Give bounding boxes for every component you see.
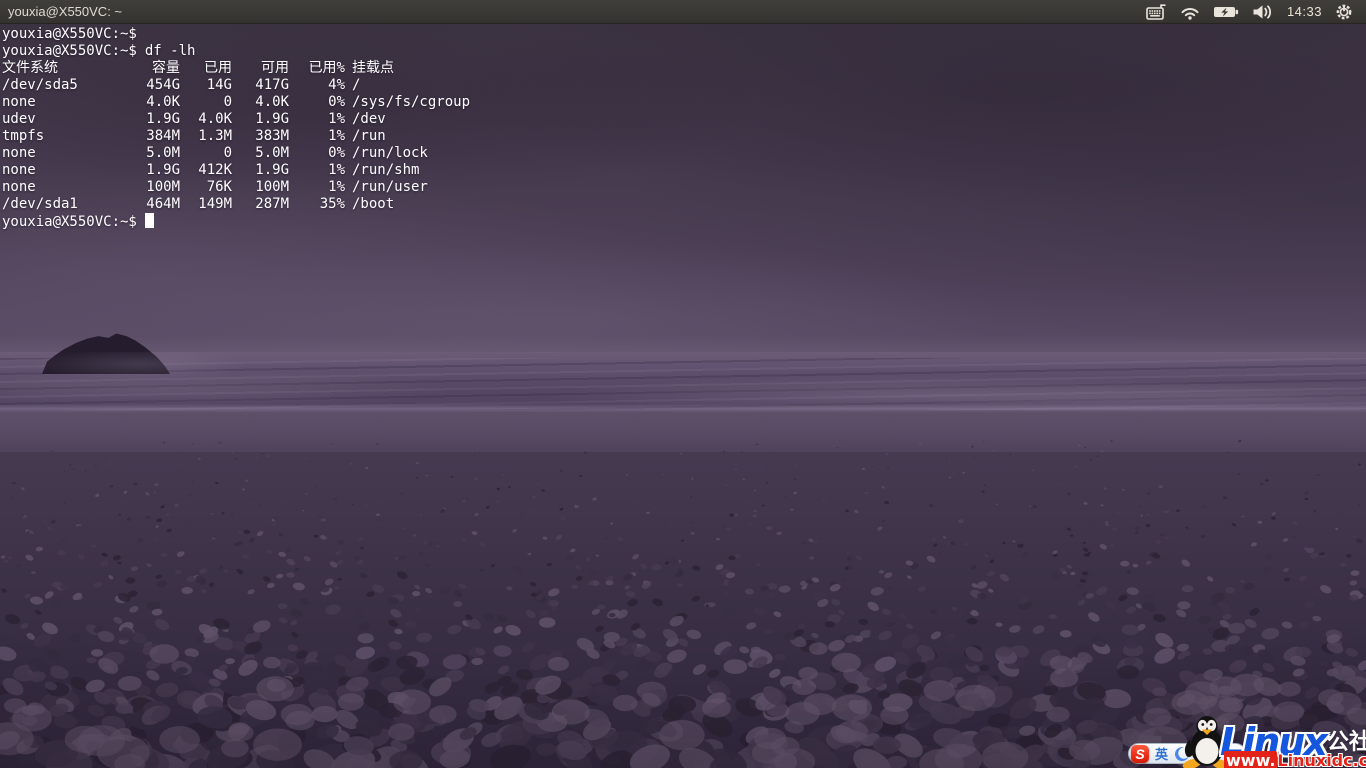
df-cell: 100M	[142, 179, 180, 196]
df-cell: none	[2, 162, 142, 179]
df-cell: 464M	[142, 196, 180, 213]
df-table-row: /dev/sda1464M149M287M35%/boot	[2, 196, 1366, 213]
df-header-cell: 已用	[180, 60, 232, 77]
df-table-row: /dev/sda5454G14G417G4%/	[2, 77, 1366, 94]
wifi-icon[interactable]	[1180, 4, 1200, 20]
battery-charging-icon[interactable]	[1213, 5, 1239, 19]
df-header-cell: 容量	[142, 60, 180, 77]
url-prefix: www.	[1224, 751, 1277, 768]
top-panel: youxia@X550VC: ~	[0, 0, 1366, 24]
df-cell: 0%	[289, 145, 345, 162]
indicator-tray: 14:33	[1146, 0, 1366, 23]
command-text: df -lh	[145, 43, 196, 59]
df-cell: 0	[180, 145, 232, 162]
df-table-row: none4.0K04.0K0%/sys/fs/cgroup	[2, 94, 1366, 111]
df-cell: 76K	[180, 179, 232, 196]
prompt-text: youxia@X550VC:~$	[2, 43, 137, 59]
df-cell: /	[345, 77, 1366, 94]
df-cell: none	[2, 145, 142, 162]
df-cell: 35%	[289, 196, 345, 213]
df-cell: 1.9G	[232, 162, 289, 179]
df-cell: 417G	[232, 77, 289, 94]
df-cell: 0%	[289, 94, 345, 111]
url-rest: Linuxidc.com	[1277, 751, 1366, 768]
prompt-line-2: youxia@X550VC:~$	[2, 213, 1366, 231]
wallpaper-vignette	[0, 452, 1366, 768]
desktop: youxia@X550VC: ~	[0, 0, 1366, 768]
df-cell: /sys/fs/cgroup	[345, 94, 1366, 111]
df-cell: /boot	[345, 196, 1366, 213]
df-cell: 14G	[180, 77, 232, 94]
terminal-output[interactable]: youxia@X550VC:~$ youxia@X550VC:~$df -lh …	[0, 24, 1366, 231]
prompt-text: youxia@X550VC:~$	[2, 214, 137, 230]
df-cell: 4.0K	[142, 94, 180, 111]
df-table-row: none100M76K100M1%/run/user	[2, 179, 1366, 196]
df-cell: udev	[2, 111, 142, 128]
wallpaper-rock-haze	[20, 352, 260, 382]
df-cell: 287M	[232, 196, 289, 213]
df-cell: none	[2, 94, 142, 111]
df-cell: /run/shm	[345, 162, 1366, 179]
df-cell: 149M	[180, 196, 232, 213]
df-header-cell: 文件系统	[2, 60, 142, 77]
df-cell: none	[2, 179, 142, 196]
df-cell: 100M	[232, 179, 289, 196]
df-table-header: 文件系统容量已用可用已用%挂载点	[2, 60, 1366, 77]
df-cell: 1.9G	[232, 111, 289, 128]
df-cell: /run/lock	[345, 145, 1366, 162]
volume-icon[interactable]	[1252, 4, 1274, 20]
df-cell: 1%	[289, 179, 345, 196]
df-cell: 0	[180, 94, 232, 111]
df-cell: /dev/sda5	[2, 77, 142, 94]
prompt-text: youxia@X550VC:~$	[2, 26, 137, 42]
prompt-line-1: youxia@X550VC:~$	[2, 26, 1366, 43]
df-table: /dev/sda5454G14G417G4%/none4.0K04.0K0%/s…	[2, 77, 1366, 213]
df-cell: 1.3M	[180, 128, 232, 145]
df-cell: /dev/sda1	[2, 196, 142, 213]
keyboard-icon[interactable]	[1146, 3, 1167, 20]
df-cell: 5.0M	[232, 145, 289, 162]
df-cell: 4.0K	[180, 111, 232, 128]
df-cell: 1.9G	[142, 162, 180, 179]
df-table-row: udev1.9G4.0K1.9G1%/dev	[2, 111, 1366, 128]
sogou-language-mode[interactable]: 英	[1155, 744, 1168, 763]
clock-indicator[interactable]: 14:33	[1287, 4, 1322, 19]
session-gear-icon[interactable]	[1335, 3, 1353, 21]
df-cell: 1%	[289, 111, 345, 128]
df-header-cell: 已用%	[289, 60, 345, 77]
df-cell: 454G	[142, 77, 180, 94]
sogou-logo-icon[interactable]: S	[1131, 745, 1149, 763]
df-cell: 4.0K	[232, 94, 289, 111]
terminal-cursor	[145, 213, 154, 228]
df-table-row: none1.9G412K1.9G1%/run/shm	[2, 162, 1366, 179]
df-cell: 5.0M	[142, 145, 180, 162]
df-header-cell: 挂载点	[345, 60, 1366, 77]
df-cell: 1.9G	[142, 111, 180, 128]
df-cell: /run	[345, 128, 1366, 145]
df-cell: /dev	[345, 111, 1366, 128]
df-cell: 1%	[289, 162, 345, 179]
df-table-row: none5.0M05.0M0%/run/lock	[2, 145, 1366, 162]
df-cell: tmpfs	[2, 128, 142, 145]
df-cell: 1%	[289, 128, 345, 145]
df-header-cell: 可用	[232, 60, 289, 77]
command-line: youxia@X550VC:~$ df -lh	[2, 43, 1366, 60]
df-cell: 412K	[180, 162, 232, 179]
df-cell: /run/user	[345, 179, 1366, 196]
df-table-row: tmpfs384M1.3M383M1%/run	[2, 128, 1366, 145]
df-cell: 383M	[232, 128, 289, 145]
window-title: youxia@X550VC: ~	[8, 4, 122, 19]
linuxidc-url: www.Linuxidc.com	[1224, 751, 1366, 768]
df-cell: 4%	[289, 77, 345, 94]
df-cell: 384M	[142, 128, 180, 145]
